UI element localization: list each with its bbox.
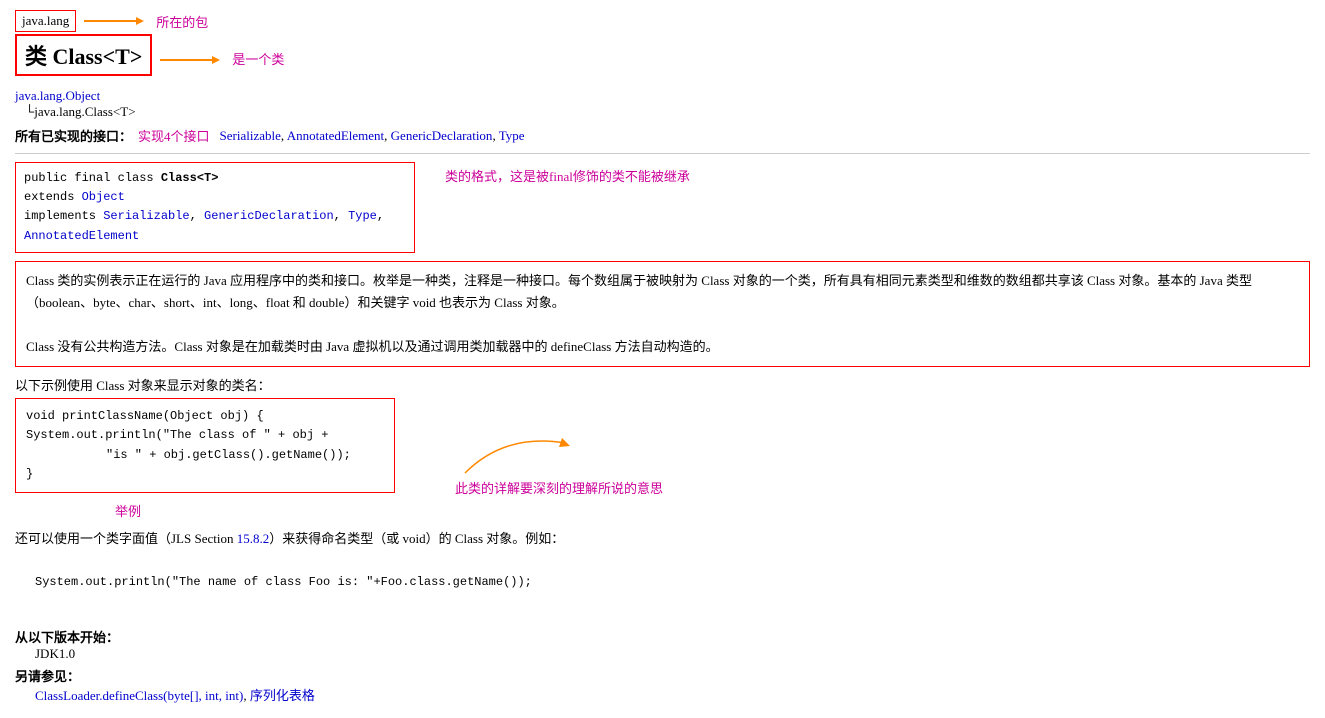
interface-genericdeclaration[interactable]: GenericDeclaration: [391, 128, 493, 143]
arrow-icon-2: [160, 53, 220, 67]
see-also-link-1[interactable]: ClassLoader.defineClass(byte[], int, int…: [35, 688, 243, 703]
code-intro: 以下示例使用 Class 对象来显示对象的类名：: [15, 375, 1310, 394]
code-line-1: void printClassName(Object obj) {: [26, 407, 384, 426]
extra-text-section: 还可以使用一个类字面值（JLS Section 15.8.2）来获得命名类型（或…: [15, 528, 1310, 593]
interface-serializable[interactable]: Serializable: [220, 128, 281, 143]
code-annotation-area: 此类的详解要深刻的理解所说的意思: [455, 428, 663, 497]
code-line-3: "is " + obj.getClass().getName());: [106, 446, 384, 465]
interfaces-label: 所有已实现的接口：: [15, 126, 132, 145]
code-and-annotation: void printClassName(Object obj) { System…: [15, 398, 1310, 497]
see-also-links: ClassLoader.defineClass(byte[], int, int…: [35, 685, 1310, 704]
extra-code-line: System.out.println("The name of class Fo…: [35, 572, 1310, 592]
interfaces-links: Serializable, AnnotatedElement, GenericD…: [220, 128, 525, 144]
hierarchy-parent: java.lang.Object: [15, 88, 1310, 104]
see-also-link-2[interactable]: 序列化表格: [250, 688, 315, 703]
sig-line1: public final class Class<T>: [24, 169, 406, 188]
code-line-2: System.out.println("The class of " + obj…: [26, 426, 384, 445]
version-value: JDK1.0: [35, 646, 1310, 662]
interface-annotatedelement[interactable]: AnnotatedElement: [287, 128, 384, 143]
version-section: 从以下版本开始： JDK1.0: [15, 627, 1310, 662]
sig-line3: implements Serializable, GenericDeclarat…: [24, 207, 406, 245]
sig-line2: extends Object: [24, 188, 406, 207]
impl-annotatedelement[interactable]: AnnotatedElement: [24, 229, 139, 243]
code-annotation-text: 此类的详解要深刻的理解所说的意思: [455, 478, 663, 497]
class-annotation: 是一个类: [232, 49, 284, 68]
header-section: java.lang 所在的包 类 Class<T> 是一个类: [15, 10, 1310, 82]
impl-type[interactable]: Type: [348, 209, 377, 223]
divider-1: [15, 153, 1310, 154]
see-also-label: 另请参见：: [15, 666, 1310, 685]
code-box: void printClassName(Object obj) { System…: [15, 398, 395, 493]
impl-genericdeclaration[interactable]: GenericDeclaration: [204, 209, 334, 223]
extra-line1: 还可以使用一个类字面值（JLS Section 15.8.2）来获得命名类型（或…: [15, 528, 1310, 550]
package-row: java.lang 所在的包: [15, 10, 1310, 32]
hierarchy-section: java.lang.Object └java.lang.Class<T>: [15, 88, 1310, 120]
package-annotation: 所在的包: [156, 12, 208, 31]
signature-area: public final class Class<T> extends Obje…: [15, 162, 1310, 253]
description-para2: Class 没有公共构造方法。Class 对象是在加载类时由 Java 虚拟机以…: [26, 336, 1299, 358]
interfaces-count-link: 实现4个接口: [138, 126, 210, 145]
example-label: 举例: [115, 501, 1310, 520]
impl-serializable[interactable]: Serializable: [103, 209, 189, 223]
arrow-icon: [84, 14, 144, 28]
class-title: 类 Class<T>: [15, 34, 152, 76]
title-row: 类 Class<T> 是一个类: [15, 34, 1310, 82]
see-also-section: 另请参见： ClassLoader.defineClass(byte[], in…: [15, 666, 1310, 704]
code-example-section: 以下示例使用 Class 对象来显示对象的类名： void printClass…: [15, 375, 1310, 520]
extends-link[interactable]: Object: [82, 190, 125, 204]
curved-arrow-icon: [455, 428, 575, 478]
parent-link[interactable]: java.lang.Object: [15, 88, 100, 103]
interfaces-row: 所有已实现的接口： 实现4个接口 Serializable, Annotated…: [15, 126, 1310, 145]
description-para1: Class 类的实例表示正在运行的 Java 应用程序中的类和接口。枚举是一种类…: [26, 270, 1299, 314]
interface-type[interactable]: Type: [499, 128, 525, 143]
signature-box: public final class Class<T> extends Obje…: [15, 162, 415, 253]
package-box: java.lang: [15, 10, 76, 32]
hierarchy-child: └java.lang.Class<T>: [25, 104, 1310, 120]
version-label: 从以下版本开始：: [15, 627, 1310, 646]
jls-link[interactable]: 15.8.2: [237, 531, 270, 546]
signature-annotation: 类的格式，这是被final修饰的类不能被继承: [445, 162, 690, 185]
description-box: Class 类的实例表示正在运行的 Java 应用程序中的类和接口。枚举是一种类…: [15, 261, 1310, 367]
code-example-area: 以下示例使用 Class 对象来显示对象的类名： void printClass…: [15, 375, 1310, 520]
code-line-4: }: [26, 465, 384, 484]
